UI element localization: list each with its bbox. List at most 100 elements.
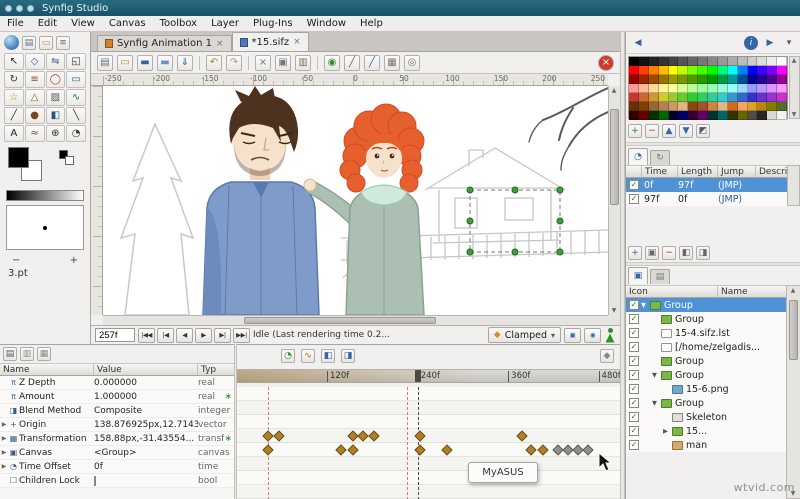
timetrack-past-onion-icon[interactable]: ◧ — [321, 349, 335, 363]
timetrack-time-mode-icon[interactable]: ◔ — [281, 349, 295, 363]
param-row[interactable]: ◨ Blend Method Composite integer — [0, 404, 234, 418]
palette-swatch[interactable] — [698, 66, 708, 75]
column-type[interactable]: Typ — [198, 364, 234, 375]
window-control-2[interactable] — [16, 4, 23, 12]
column-enabled[interactable] — [626, 166, 642, 177]
palette-swatch[interactable] — [767, 111, 778, 120]
toolbar-redo-button[interactable]: ↷ — [226, 54, 242, 71]
toolbar-paste-button[interactable]: ▥ — [295, 54, 311, 71]
size-increase-button[interactable]: + — [70, 255, 78, 266]
menu-file[interactable]: File — [0, 16, 31, 32]
palette-swatch[interactable] — [688, 102, 699, 111]
tool-star[interactable]: ☆ — [4, 89, 24, 106]
scroll-up-icon[interactable]: ▲ — [609, 87, 619, 94]
keyframes-scrollbar[interactable] — [787, 165, 800, 206]
menu-view[interactable]: View — [64, 16, 102, 32]
scroll-left-icon[interactable]: ◀ — [631, 36, 645, 50]
column-time[interactable]: Time — [642, 166, 678, 177]
tab-library-panel[interactable]: ▤ — [650, 269, 670, 284]
timeline-ruler[interactable]: 120f 240f 360f 480f — [237, 369, 620, 383]
menu-layer[interactable]: Layer — [204, 16, 246, 32]
palette-swatch[interactable] — [629, 102, 639, 111]
tool-mirror[interactable]: ⇋ — [45, 53, 66, 70]
palette-swatch[interactable] — [747, 111, 758, 120]
palette-swatch[interactable] — [648, 102, 659, 111]
palette-swatch[interactable] — [658, 93, 669, 102]
column-icon[interactable]: Icon — [626, 286, 718, 297]
palette-swatch[interactable] — [638, 111, 649, 120]
playback-button-5[interactable]: ▶▶| — [233, 327, 250, 343]
toolbar-edit-mode-button[interactable]: ╱ — [364, 54, 380, 71]
column-jump[interactable]: Jump — [718, 166, 756, 177]
tool-gradient[interactable]: ▨ — [45, 89, 66, 106]
palette-swatch[interactable] — [777, 102, 787, 111]
toolbar-save-all-button[interactable]: ⇓ — [177, 54, 193, 71]
gradient-selector[interactable] — [6, 190, 84, 201]
toolbar-save-button[interactable]: ▬ — [137, 54, 153, 71]
window-control-3[interactable] — [27, 4, 34, 12]
palette-swatch[interactable] — [648, 84, 659, 93]
palette-swatch[interactable] — [629, 75, 639, 84]
palette-swatch[interactable] — [767, 66, 778, 75]
layer-row[interactable]: ✓ 15-4.sifz.lst — [626, 326, 786, 340]
palette-swatch[interactable] — [678, 93, 689, 102]
time-cursor-handle[interactable] — [414, 370, 421, 382]
tool-rectangle[interactable]: ▭ — [66, 71, 86, 88]
palette-swatch[interactable] — [658, 111, 669, 120]
menu-window[interactable]: Window — [300, 16, 353, 32]
toolbar-open-button[interactable]: ▭ — [117, 54, 133, 71]
playback-button-0[interactable]: |◀◀ — [138, 327, 155, 343]
interpolation-dropdown[interactable]: ◆ Clamped ▾ — [487, 327, 561, 343]
layer-row[interactable]: ✓ ▼ Group — [626, 396, 786, 410]
param-row[interactable]: ▶ ▣ Canvas <Group> canvas — [0, 446, 234, 460]
close-tab-icon[interactable]: × — [216, 39, 224, 49]
tab-keyframes-panel[interactable]: ◔ — [628, 148, 648, 165]
palette-swatch[interactable] — [658, 102, 669, 111]
keyframe-row[interactable]: ✓ 97f 0f (JMP) — [626, 192, 787, 206]
palette-swatch[interactable] — [668, 57, 679, 66]
palette-swatch[interactable] — [708, 111, 718, 120]
menu-plugins[interactable]: Plug-Ins — [246, 16, 300, 32]
param-row[interactable]: π Amount 1.000000 real ∗ — [0, 390, 234, 404]
layer-expander-icon[interactable]: ▼ — [650, 371, 659, 379]
palette-swatch[interactable] — [757, 57, 768, 66]
tab-history-panel[interactable]: ↻ — [650, 150, 670, 165]
palette-remove-color-button[interactable]: − — [645, 124, 659, 138]
keyframe-enabled-checkbox[interactable]: ✓ — [629, 194, 639, 204]
drawing-canvas[interactable] — [103, 86, 608, 315]
palette-swatch[interactable] — [638, 102, 649, 111]
palette-swatch[interactable] — [638, 57, 649, 66]
palette-swatch[interactable] — [708, 93, 718, 102]
tab-15-sifz[interactable]: *15.sifz × — [231, 32, 309, 51]
playback-button-3[interactable]: ▶ — [195, 327, 212, 343]
waypoint-diamond[interactable] — [525, 444, 537, 456]
add-keyframe-button[interactable]: + — [628, 245, 642, 260]
timetrack-curves-icon[interactable]: ∿ — [301, 349, 315, 363]
palette-swatch[interactable] — [717, 84, 728, 93]
palette-swatch[interactable] — [777, 57, 787, 66]
column-name[interactable]: Name — [0, 364, 94, 375]
palette-swatch[interactable] — [648, 57, 659, 66]
menu-toolbox[interactable]: Toolbox — [153, 16, 205, 32]
toolbox-new-file-icon[interactable]: ▤ — [22, 35, 36, 50]
palette-swatch[interactable] — [717, 75, 728, 84]
palette-swatch[interactable] — [668, 66, 679, 75]
canvas-vertical-scrollbar[interactable]: ▲ ▼ — [608, 86, 620, 315]
layer-enabled-checkbox[interactable]: ✓ — [629, 412, 639, 422]
layer-row[interactable]: ✓ Skeleton — [626, 410, 786, 424]
tab-synfig-animation-1[interactable]: Synfig Animation 1 × — [97, 35, 232, 51]
layer-enabled-checkbox[interactable]: ✓ — [629, 426, 639, 436]
params-children-tab[interactable]: ▥ — [20, 347, 34, 361]
menu-canvas[interactable]: Canvas — [102, 16, 153, 32]
palette-swatch[interactable] — [717, 111, 728, 120]
palette-swatch[interactable] — [727, 75, 738, 84]
param-row[interactable]: ▶ ◔ Time Offset 0f time — [0, 460, 234, 474]
palette-swatch[interactable] — [717, 66, 728, 75]
toolbar-close-view-button[interactable]: × — [598, 54, 614, 71]
layers-scrollbar[interactable]: ▲ ▼ — [786, 285, 800, 499]
window-control-1[interactable] — [5, 4, 12, 12]
palette-swatch[interactable] — [727, 102, 738, 111]
palette-swatch[interactable] — [668, 102, 679, 111]
layer-enabled-checkbox[interactable]: ✓ — [629, 300, 639, 310]
palette-swatch[interactable] — [648, 93, 659, 102]
